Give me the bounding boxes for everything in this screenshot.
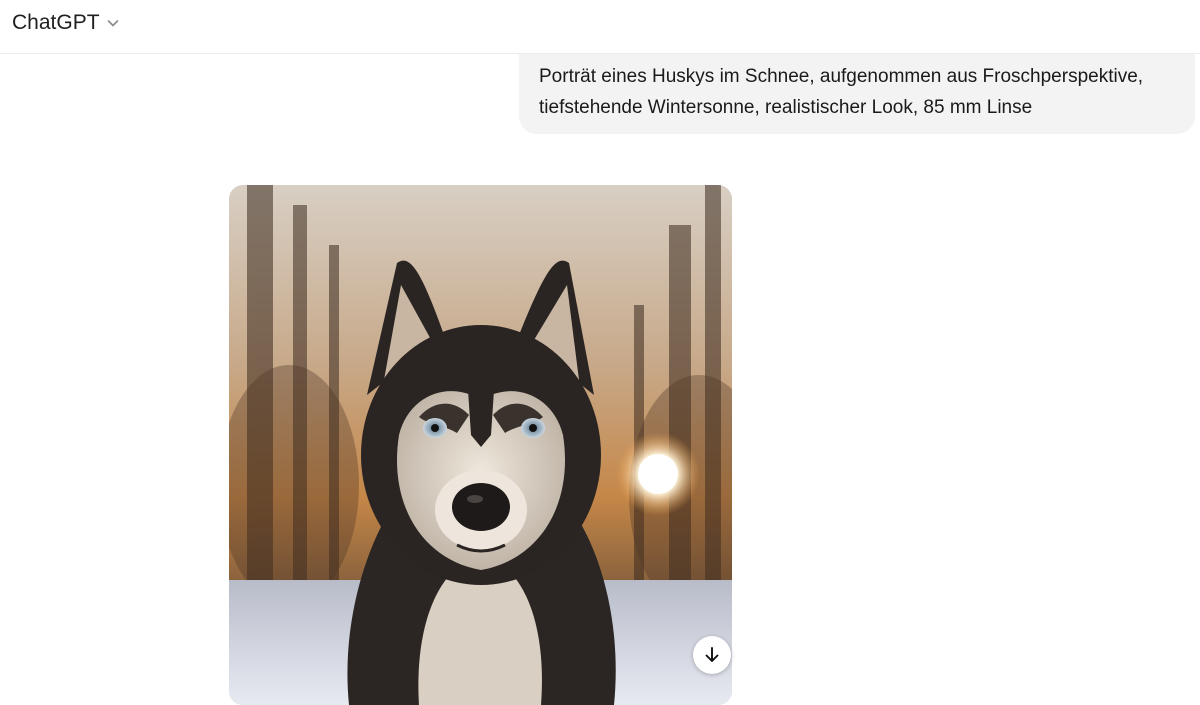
- top-bar: ChatGPT: [0, 0, 1200, 54]
- model-switcher[interactable]: ChatGPT: [12, 10, 120, 36]
- arrow-down-icon: [705, 647, 719, 662]
- chevron-down-icon: [107, 20, 118, 27]
- user-message-line: Porträt eines Huskys im Schnee, aufgenom…: [539, 66, 1144, 87]
- generated-image[interactable]: [229, 185, 732, 705]
- download-button[interactable]: [693, 636, 731, 674]
- husky-portrait-image: [229, 185, 732, 705]
- model-name: ChatGPT: [12, 11, 100, 34]
- user-message-line: tiefstehende Wintersonne, realistischer …: [539, 97, 1033, 118]
- user-message-bubble: Porträt eines Huskys im Schnee, aufgenom…: [519, 54, 1195, 134]
